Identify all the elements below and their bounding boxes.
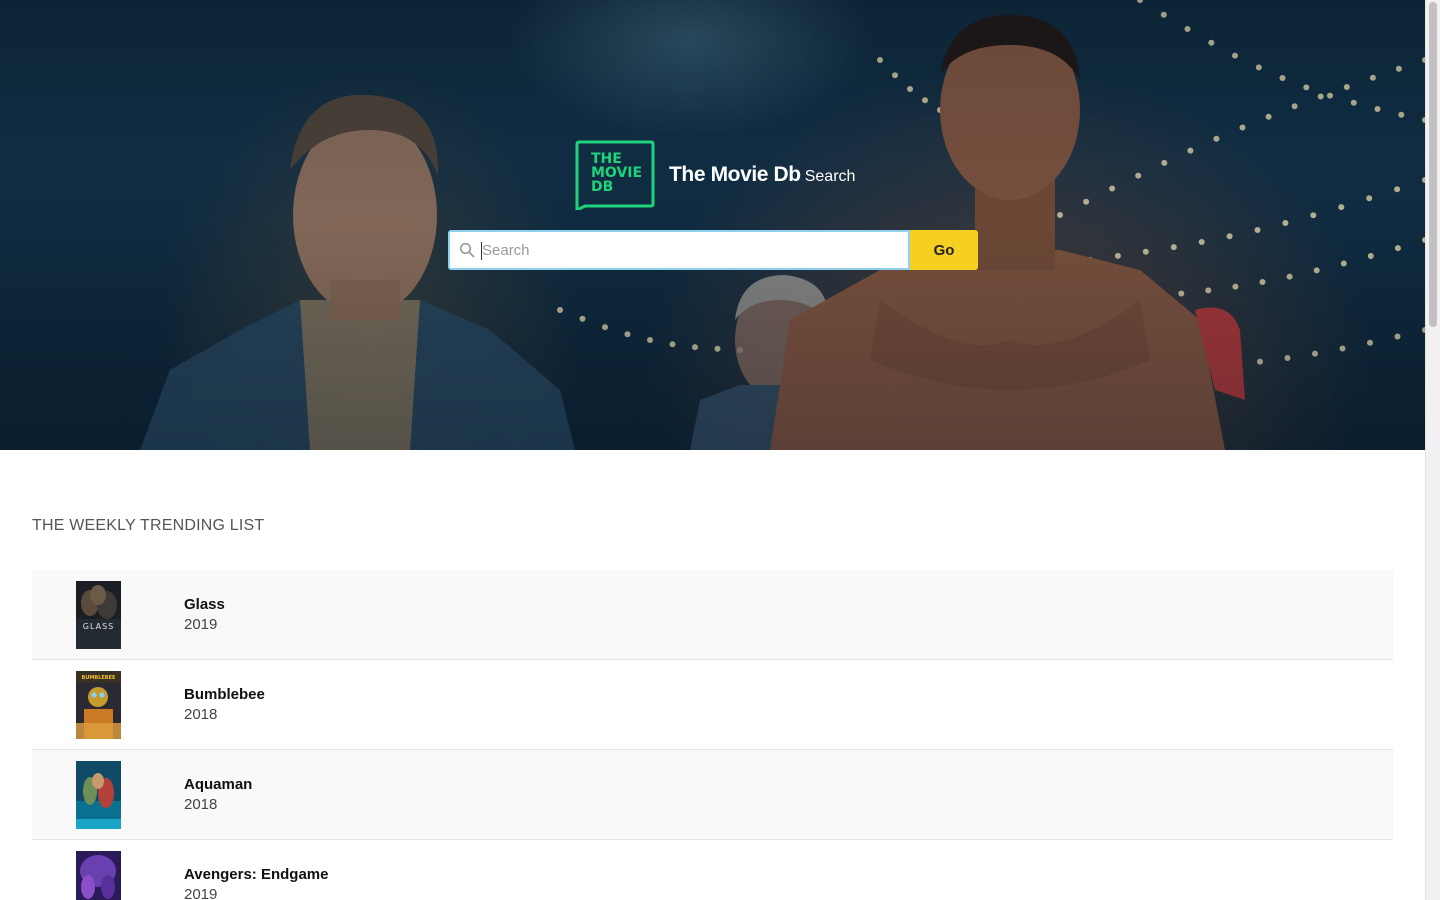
movie-info: Avengers: Endgame 2019 xyxy=(184,866,329,900)
app-title-main: The Movie Db xyxy=(669,163,801,186)
go-button[interactable]: Go xyxy=(910,230,978,270)
scrollbar-thumb[interactable] xyxy=(1429,2,1437,327)
movie-title: Bumblebee xyxy=(184,686,265,703)
movie-poster: GLASS xyxy=(76,581,121,649)
movie-info: Glass 2019 xyxy=(184,596,225,636)
search-bar: Go xyxy=(448,230,978,270)
movie-poster: BUMBLEBEE xyxy=(76,671,121,739)
search-icon xyxy=(459,242,475,258)
poster-title: BUMBLEBEE xyxy=(82,675,116,681)
movie-year: 2018 xyxy=(184,796,218,813)
list-item[interactable]: GLASS Glass 2019 xyxy=(32,570,1393,660)
list-item[interactable]: Aquaman 2018 xyxy=(32,750,1393,840)
movie-info: Aquaman 2018 xyxy=(184,776,252,816)
list-item[interactable]: BUMBLEBEE Bumblebee 2018 xyxy=(32,660,1393,750)
search-input[interactable] xyxy=(480,232,900,268)
trending-heading: THE WEEKLY TRENDING LIST xyxy=(32,517,265,534)
movie-year: 2018 xyxy=(184,706,218,723)
trending-list: GLASS Glass 2019 BUMBLEBEE Bumblebee 201… xyxy=(32,570,1393,900)
movie-year: 2019 xyxy=(184,616,218,633)
text-caret xyxy=(481,242,482,260)
brand: THE MOVIE DB The Movie Db Search xyxy=(575,140,855,213)
movie-poster xyxy=(76,761,121,829)
movie-year: 2019 xyxy=(184,886,218,900)
tmdb-logo-icon: THE MOVIE DB xyxy=(575,140,655,213)
page: THE MOVIE DB The Movie DbSearch Go THE xyxy=(0,0,1425,900)
logo-text: THE MOVIE DB xyxy=(591,151,643,195)
movie-title: Aquaman xyxy=(184,776,253,793)
movie-info: Bumblebee 2018 xyxy=(184,686,265,726)
app-title-sub: Search xyxy=(804,168,856,185)
poster-title: GLASS xyxy=(83,622,114,631)
movie-poster xyxy=(76,851,121,900)
app-title: The Movie Db Search xyxy=(669,163,855,187)
vertical-scrollbar[interactable] xyxy=(1425,0,1440,900)
search-field-wrapper[interactable] xyxy=(448,230,910,270)
list-item[interactable]: Avengers: Endgame 2019 xyxy=(32,840,1393,900)
hero-banner: THE MOVIE DB The Movie DbSearch Go xyxy=(0,0,1425,450)
movie-title: Glass xyxy=(184,596,225,613)
movie-title: Avengers: Endgame xyxy=(184,866,329,883)
